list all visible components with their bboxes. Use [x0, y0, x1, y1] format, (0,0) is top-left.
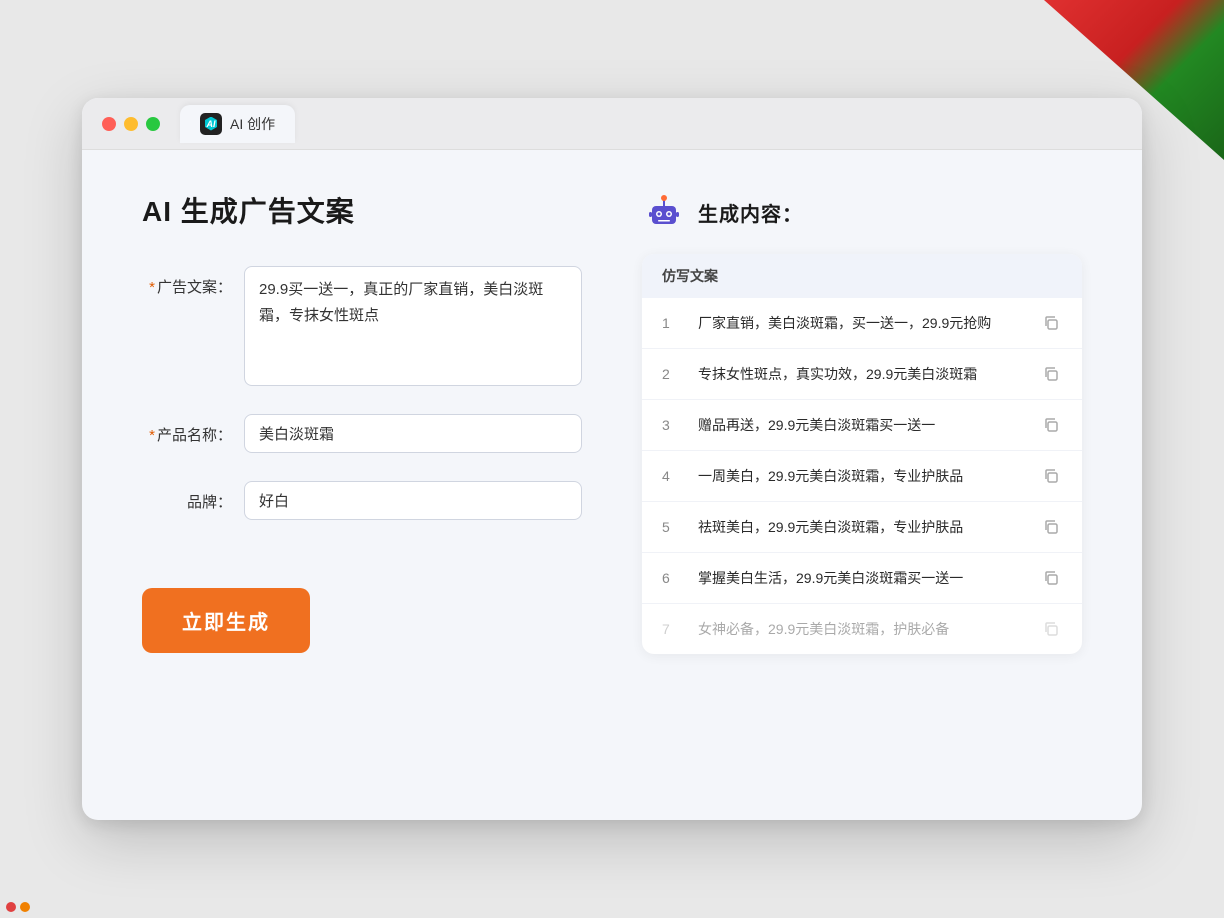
result-title: 生成内容： [698, 198, 803, 227]
brand-label: 品牌： [142, 481, 232, 512]
product-name-input[interactable] [244, 414, 582, 453]
minimize-button[interactable] [124, 117, 138, 131]
tab-ai-create[interactable]: AI AI 创作 [180, 105, 295, 143]
result-table: 仿写文案 1 厂家直销，美白淡斑霜，买一送一，29.9元抢购 2 专抹女性斑点，真实… [642, 254, 1082, 654]
brand-input[interactable] [244, 481, 582, 520]
row-number: 6 [662, 570, 682, 586]
table-row: 4 一周美白，29.9元美白淡斑霜，专业护肤品 [642, 451, 1082, 502]
ad-copy-required: * [149, 279, 155, 296]
row-text: 女神必备，29.9元美白淡斑霜，护肤必备 [698, 619, 1024, 640]
dot-orange [20, 902, 30, 912]
copy-button[interactable] [1040, 516, 1062, 538]
right-panel: 生成内容： 仿写文案 1 厂家直销，美白淡斑霜，买一送一，29.9元抢购 2 专抹女… [642, 190, 1082, 780]
close-button[interactable] [102, 117, 116, 131]
row-text: 赠品再送，29.9元美白淡斑霜买一送一 [698, 415, 1024, 436]
tab-label: AI 创作 [230, 114, 275, 134]
ad-copy-label: *广告文案： [142, 266, 232, 297]
page-title: AI 生成广告文案 [142, 190, 582, 230]
ai-icon-text: AI [207, 119, 216, 129]
copy-button[interactable] [1040, 465, 1062, 487]
table-row: 5 祛斑美白，29.9元美白淡斑霜，专业护肤品 [642, 502, 1082, 553]
robot-icon [642, 190, 686, 234]
title-bar: AI AI 创作 [82, 98, 1142, 150]
table-row: 6 掌握美白生活，29.9元美白淡斑霜买一送一 [642, 553, 1082, 604]
results-container: 1 厂家直销，美白淡斑霜，买一送一，29.9元抢购 2 专抹女性斑点，真实功效，29… [642, 298, 1082, 654]
main-content: AI 生成广告文案 *广告文案： 29.9买一送一，真正的厂家直销，美白淡斑霜，… [82, 150, 1142, 820]
copy-button[interactable] [1040, 567, 1062, 589]
generate-button[interactable]: 立即生成 [142, 588, 310, 653]
row-number: 4 [662, 468, 682, 484]
product-name-group: *产品名称： [142, 414, 582, 453]
ad-copy-group: *广告文案： 29.9买一送一，真正的厂家直销，美白淡斑霜，专抹女性斑点 [142, 266, 582, 386]
copy-button[interactable] [1040, 312, 1062, 334]
row-number: 3 [662, 417, 682, 433]
browser-window: AI AI 创作 AI 生成广告文案 *广告文案： 29.9买一送一，真正的厂家… [82, 98, 1142, 820]
row-number: 7 [662, 621, 682, 637]
copy-button[interactable] [1040, 618, 1062, 640]
left-panel: AI 生成广告文案 *广告文案： 29.9买一送一，真正的厂家直销，美白淡斑霜，… [142, 190, 582, 780]
row-number: 1 [662, 315, 682, 331]
traffic-lights [102, 117, 160, 131]
dot-red [6, 902, 16, 912]
table-header: 仿写文案 [642, 254, 1082, 298]
result-header: 生成内容： [642, 190, 1082, 234]
corner-decoration-bottom-left [0, 858, 80, 918]
row-number: 5 [662, 519, 682, 535]
row-text: 一周美白，29.9元美白淡斑霜，专业护肤品 [698, 466, 1024, 487]
row-text: 厂家直销，美白淡斑霜，买一送一，29.9元抢购 [698, 313, 1024, 334]
copy-button[interactable] [1040, 363, 1062, 385]
ai-tab-icon: AI [200, 113, 222, 135]
row-text: 掌握美白生活，29.9元美白淡斑霜买一送一 [698, 568, 1024, 589]
table-row: 7 女神必备，29.9元美白淡斑霜，护肤必备 [642, 604, 1082, 654]
maximize-button[interactable] [146, 117, 160, 131]
table-row: 1 厂家直销，美白淡斑霜，买一送一，29.9元抢购 [642, 298, 1082, 349]
brand-group: 品牌： [142, 481, 582, 520]
product-name-required: * [149, 427, 155, 444]
product-name-label: *产品名称： [142, 414, 232, 445]
row-text: 祛斑美白，29.9元美白淡斑霜，专业护肤品 [698, 517, 1024, 538]
table-row: 2 专抹女性斑点，真实功效，29.9元美白淡斑霜 [642, 349, 1082, 400]
ad-copy-input[interactable]: 29.9买一送一，真正的厂家直销，美白淡斑霜，专抹女性斑点 [244, 266, 582, 386]
row-number: 2 [662, 366, 682, 382]
copy-button[interactable] [1040, 414, 1062, 436]
table-row: 3 赠品再送，29.9元美白淡斑霜买一送一 [642, 400, 1082, 451]
row-text: 专抹女性斑点，真实功效，29.9元美白淡斑霜 [698, 364, 1024, 385]
